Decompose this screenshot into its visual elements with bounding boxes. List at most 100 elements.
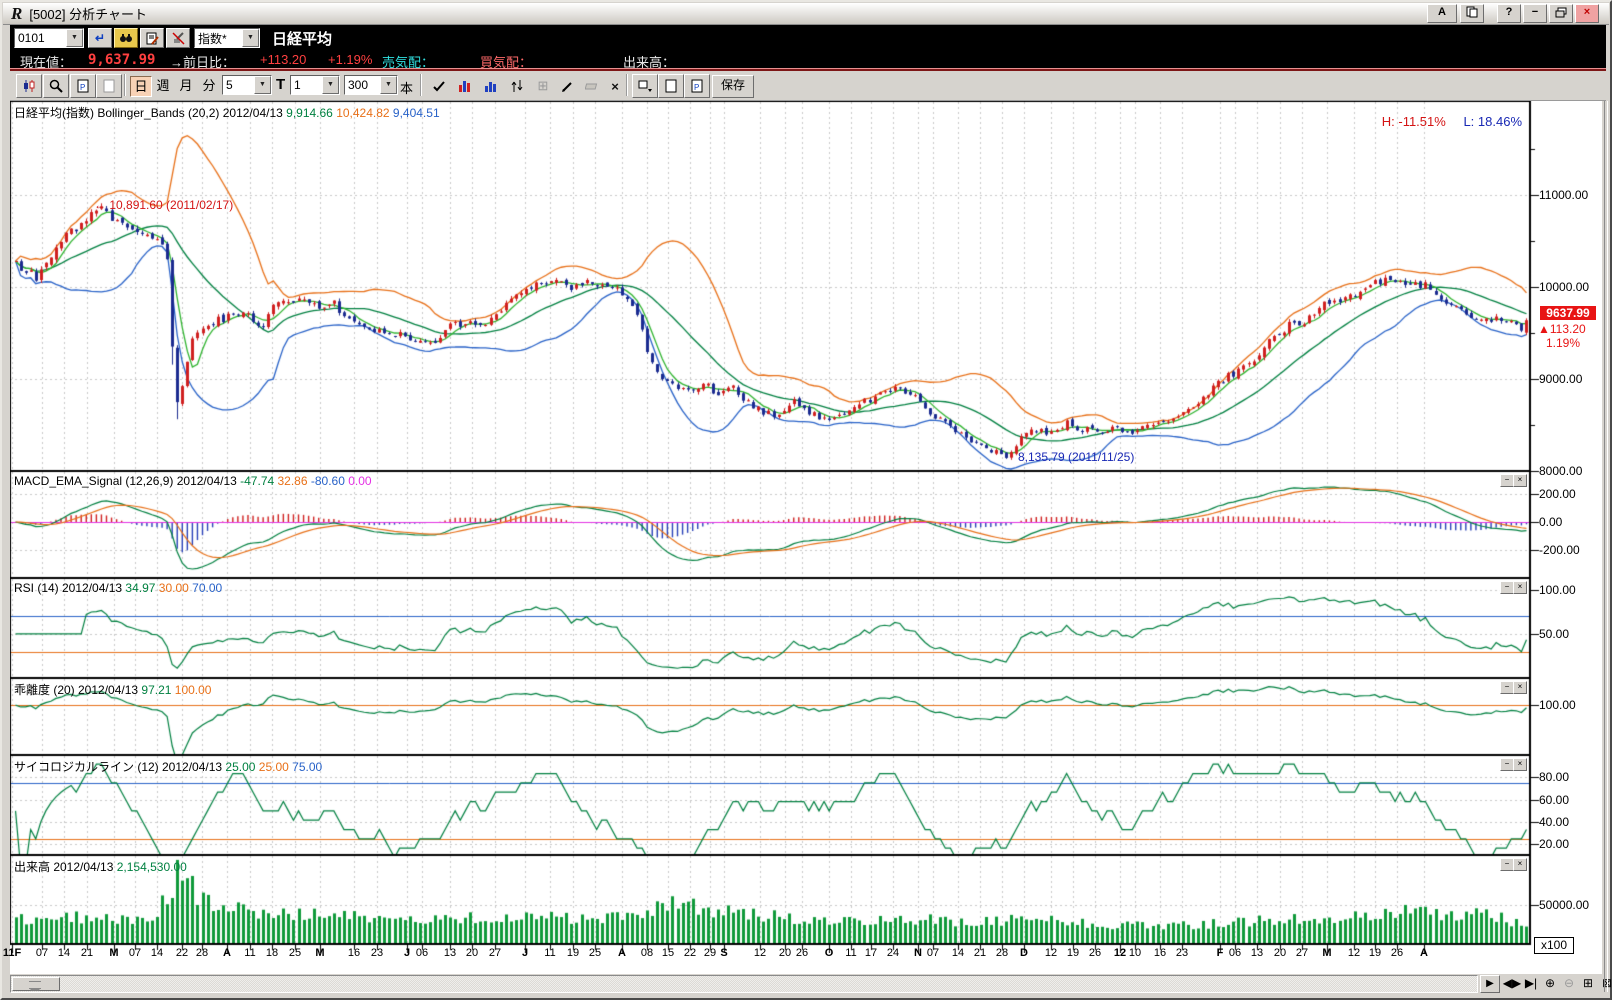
restore-button[interactable] — [1549, 4, 1573, 23]
x-axis-label: 12 — [754, 947, 766, 959]
x-axis-label: M — [315, 947, 324, 959]
chevron-down-icon[interactable]: ▼ — [322, 76, 339, 94]
grid-view-icon[interactable]: ⊞ — [1578, 975, 1598, 991]
chevron-down-icon[interactable]: ▼ — [66, 29, 83, 47]
period-month-button[interactable]: 月 — [176, 76, 196, 95]
panel-close-button[interactable]: × — [1513, 581, 1527, 594]
axis-tick-label: 9000.00 — [1539, 372, 1582, 386]
chart-canvas[interactable] — [10, 101, 1540, 953]
axis-tick-label: 50.00 — [1539, 627, 1569, 641]
copy-window-button[interactable] — [1460, 4, 1484, 23]
pen-check-button[interactable] — [426, 74, 452, 98]
x-axis-label: 23 — [1176, 947, 1188, 959]
blue-bars-icon — [484, 79, 498, 93]
clear-draw-button[interactable] — [166, 28, 190, 48]
panel-minimize-button[interactable]: − — [1500, 758, 1514, 771]
period-week-button[interactable]: 週 — [153, 76, 173, 95]
axis-tick-label: 0.00 — [1539, 515, 1562, 529]
x-axis-label: 19 — [1369, 947, 1381, 959]
peak-annotation: ← 10,891.60 (2011/02/17) — [94, 198, 233, 212]
panel-minimize-button[interactable]: − — [1500, 581, 1514, 594]
draw-pencil-button[interactable] — [554, 74, 580, 98]
panel-header-rsi: RSI (14) 2012/04/13 34.97 30.00 70.00 — [14, 581, 222, 595]
scrollbar-thumb[interactable] — [12, 977, 60, 991]
minimize-button[interactable]: − — [1523, 4, 1547, 23]
panel-close-button[interactable]: × — [1513, 681, 1527, 694]
page-copy-button[interactable] — [96, 74, 122, 98]
minute-select[interactable]: 5 ▼ — [222, 75, 272, 95]
chevron-down-icon[interactable]: ▼ — [254, 76, 271, 94]
panel-close-button[interactable]: × — [1513, 474, 1527, 487]
bar-count-select[interactable]: 300 ▼ — [344, 75, 398, 95]
panel-minimize-button[interactable]: − — [1500, 681, 1514, 694]
chevron-down-icon[interactable]: ▼ — [380, 76, 397, 94]
header-segment: 70.00 — [192, 581, 222, 595]
check-pen-icon — [432, 80, 446, 93]
load-page-button[interactable]: P — [684, 74, 710, 98]
candlestick-chart-button[interactable] — [16, 74, 42, 98]
scroll-step-button[interactable]: ▶ — [1480, 975, 1500, 993]
delete-button[interactable]: × — [602, 74, 628, 98]
panel-minimize-button[interactable]: − — [1500, 474, 1514, 487]
zoom-tool-button[interactable] — [43, 74, 69, 98]
scrollbar-track[interactable] — [10, 975, 1478, 993]
x-axis-label: 10 — [1129, 947, 1141, 959]
axis-tick-label: 10000.00 — [1539, 280, 1589, 294]
x-axis-label: 11 — [244, 947, 255, 959]
high-low-readout: H: -11.51% L: 18.46% — [1210, 114, 1522, 129]
header-segment: 日経平均(指数) Bollinger_Bands (20,2) 2012/04/… — [14, 106, 286, 120]
close-button[interactable]: × — [1575, 4, 1599, 23]
search-binoculars-button[interactable] — [114, 28, 138, 48]
symbol-code-input[interactable]: 0101 ▼ — [14, 28, 84, 48]
x-axis-label: 06 — [1229, 947, 1241, 959]
chart-toolbar: P 日 週 月 分 5 ▼ T 1 ▼ 300 ▼ 本 ⊞ × — [10, 71, 1606, 101]
edit-list-button[interactable] — [140, 28, 164, 48]
panel-minimize-button[interactable]: − — [1500, 858, 1514, 871]
window-layout-button[interactable] — [632, 74, 658, 98]
horizontal-scrollbar: ▶◀▶▶|⊕⊖⊞⊠ — [10, 974, 1602, 992]
edit-note-icon — [146, 32, 159, 45]
axis-tick-label: 8000.00 — [1539, 464, 1582, 478]
x-axis-label: 22 — [684, 947, 696, 959]
help-button[interactable]: ? — [1497, 4, 1521, 23]
x-axis-label: 17 — [865, 947, 877, 959]
x-axis-label: 16 — [348, 947, 360, 959]
save-button[interactable]: 保存 — [712, 75, 754, 98]
x-axis-label: 07 — [927, 947, 939, 959]
zoom-in-icon[interactable]: ⊕ — [1540, 975, 1560, 991]
header-segment: 34.97 — [125, 581, 158, 595]
font-button[interactable]: A — [1427, 4, 1457, 23]
new-page-button[interactable]: P — [70, 74, 96, 98]
zoom-out-icon[interactable]: ⊖ — [1559, 975, 1579, 991]
x-axis-label: 16 — [1154, 947, 1166, 959]
volume-chart-button[interactable] — [478, 74, 504, 98]
period-minute-button[interactable]: 分 — [199, 76, 219, 95]
panel-close-button[interactable]: × — [1513, 858, 1527, 871]
axis-tick-label: 40.00 — [1539, 815, 1569, 829]
change-value: +113.20 — [260, 52, 306, 67]
header-segment: 2,154,530.00 — [117, 860, 187, 874]
eraser-button[interactable] — [578, 74, 604, 98]
compare-chart-button[interactable] — [452, 74, 478, 98]
x-axis-label: 11F — [3, 947, 21, 959]
category-select[interactable]: 指数* ▼ — [194, 28, 260, 48]
save-page-button[interactable] — [658, 74, 684, 98]
period-day-button[interactable]: 日 — [130, 76, 152, 97]
tick-select[interactable]: 1 ▼ — [290, 75, 340, 95]
x-axis-label: F — [1217, 947, 1224, 959]
panel-close-button[interactable]: × — [1513, 758, 1527, 771]
enter-button[interactable]: ↵ — [88, 28, 112, 48]
grid-layout-button[interactable]: ⊞ — [530, 74, 556, 98]
x-axis-label: 18 — [266, 947, 278, 959]
chevron-down-icon[interactable]: ▼ — [242, 29, 259, 47]
x-axis-label: 26 — [1089, 947, 1101, 959]
x-axis-label: 23 — [371, 947, 383, 959]
header-segment: 25.00 — [259, 760, 292, 774]
header-segment: 9,914.66 — [286, 106, 336, 120]
header-segment: -80.60 — [311, 474, 348, 488]
sort-button[interactable] — [504, 74, 530, 98]
go-to-end-icon[interactable]: ▶| — [1521, 975, 1541, 991]
divider — [420, 74, 421, 96]
header-segment: 30.00 — [159, 581, 192, 595]
expand-horizontal-icon[interactable]: ◀▶ — [1502, 975, 1522, 991]
